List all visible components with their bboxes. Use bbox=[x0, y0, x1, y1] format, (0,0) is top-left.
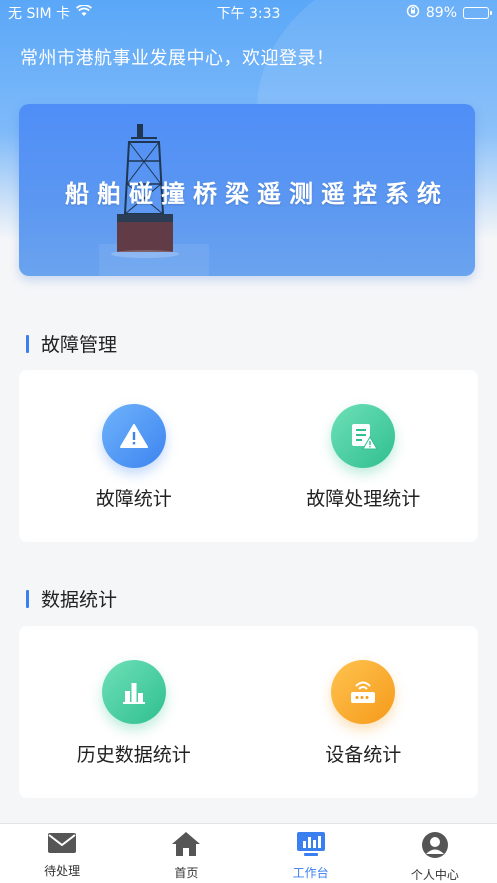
section-bar bbox=[26, 334, 29, 353]
mail-icon bbox=[47, 831, 77, 859]
banner-title: 船舶碰撞桥梁遥测遥控系统 bbox=[65, 180, 449, 208]
monitor-chart-icon bbox=[296, 831, 326, 861]
tab-pending[interactable]: 待处理 bbox=[0, 824, 124, 883]
device-statistics-button[interactable]: 设备统计 bbox=[249, 626, 479, 798]
tab-profile[interactable]: 个人中心 bbox=[373, 824, 497, 883]
fault-statistics-button[interactable]: 故障统计 bbox=[19, 370, 249, 542]
document-warning-icon bbox=[331, 404, 396, 468]
history-data-statistics-label: 历史数据统计 bbox=[76, 744, 191, 766]
battery-icon bbox=[463, 7, 492, 19]
tab-workbench[interactable]: 工作台 bbox=[249, 824, 373, 883]
welcome-text: 常州市港航事业发展中心，欢迎登录！ bbox=[20, 48, 335, 69]
bottom-tab-bar: 待处理 首页 工作台 个人中心 bbox=[0, 823, 497, 883]
section-title-label: 数据统计 bbox=[41, 589, 118, 611]
fault-handling-statistics-button[interactable]: 故障处理统计 bbox=[249, 370, 479, 542]
section-title-label: 故障管理 bbox=[41, 334, 118, 356]
home-icon bbox=[171, 831, 201, 861]
status-time: 下午 3:33 bbox=[216, 6, 281, 22]
banner: 船舶碰撞桥梁遥测遥控系统 bbox=[19, 104, 475, 276]
section-bar bbox=[26, 589, 29, 608]
tab-label: 工作台 bbox=[292, 866, 329, 880]
history-data-statistics-button[interactable]: 历史数据统计 bbox=[19, 626, 249, 798]
status-bar: 无 SIM 卡 下午 3:33 89% bbox=[0, 0, 497, 26]
section-title-fault: 故障管理 bbox=[26, 330, 117, 357]
fault-statistics-label: 故障统计 bbox=[95, 488, 172, 510]
bar-chart-icon bbox=[101, 660, 166, 724]
router-icon bbox=[331, 660, 396, 724]
device-statistics-label: 设备统计 bbox=[325, 744, 402, 766]
warning-icon bbox=[101, 404, 166, 468]
data-statistics-card: 历史数据统计 设备统计 bbox=[19, 626, 478, 798]
user-icon bbox=[421, 831, 449, 863]
section-title-data: 数据统计 bbox=[26, 585, 117, 612]
tab-label: 首页 bbox=[174, 866, 199, 880]
tab-home[interactable]: 首页 bbox=[124, 824, 248, 883]
tab-label: 个人中心 bbox=[410, 868, 459, 882]
fault-management-card: 故障统计 故障处理统计 bbox=[19, 370, 478, 542]
tab-label: 待处理 bbox=[44, 864, 81, 878]
fault-handling-statistics-label: 故障处理统计 bbox=[306, 488, 421, 510]
